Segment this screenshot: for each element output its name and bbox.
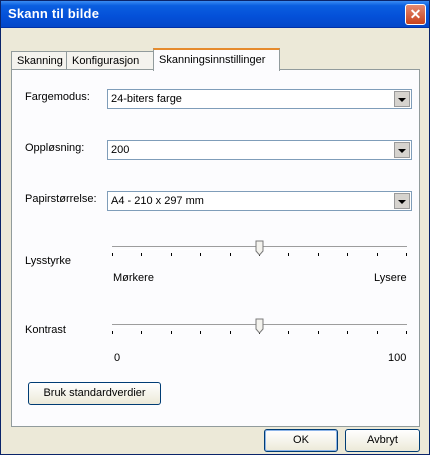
tab-configuration[interactable]: Konfigurasjon xyxy=(66,51,154,69)
chevron-down-icon[interactable] xyxy=(394,193,410,209)
tab-scan-settings[interactable]: Skanningsinnstillinger xyxy=(153,48,280,71)
contrast-tick xyxy=(141,331,142,334)
brightness-tick xyxy=(141,253,142,256)
color-mode-select[interactable]: 24-biters farge xyxy=(107,89,412,109)
resolution-label: Oppløsning: xyxy=(25,142,85,154)
brightness-max-label: Lysere xyxy=(374,272,407,284)
contrast-tick xyxy=(171,331,172,334)
contrast-slider[interactable] xyxy=(112,318,407,340)
contrast-tick xyxy=(112,331,113,334)
brightness-tick xyxy=(288,253,289,256)
scan-settings-panel: Fargemodus: 24-biters farge Oppløsning: … xyxy=(11,69,420,427)
resolution-select[interactable]: 200 xyxy=(107,140,412,160)
title-bar: Skann til bilde ✕ xyxy=(1,1,429,28)
cancel-button[interactable]: Avbryt xyxy=(345,429,420,452)
contrast-tick xyxy=(347,331,348,334)
brightness-tick xyxy=(318,253,319,256)
chevron-down-icon[interactable] xyxy=(394,91,410,107)
contrast-thumb[interactable] xyxy=(255,318,264,334)
contrast-tick xyxy=(230,331,231,334)
tab-scanning[interactable]: Skanning xyxy=(11,51,67,69)
chevron-down-icon[interactable] xyxy=(394,142,410,158)
brightness-slider[interactable] xyxy=(112,240,407,262)
contrast-label: Kontrast xyxy=(25,324,66,336)
contrast-tick xyxy=(318,331,319,334)
brightness-label: Lysstyrke xyxy=(25,255,72,267)
brightness-tick xyxy=(171,253,172,256)
brightness-thumb[interactable] xyxy=(255,240,264,256)
contrast-tick xyxy=(200,331,201,334)
color-mode-label: Fargemodus: xyxy=(25,91,90,103)
contrast-tick xyxy=(377,331,378,334)
brightness-min-label: Mørkere xyxy=(113,272,154,284)
brightness-tick xyxy=(230,253,231,256)
brightness-tick xyxy=(112,253,113,256)
close-button[interactable]: ✕ xyxy=(405,4,426,25)
window-title: Skann til bilde xyxy=(8,6,100,21)
color-mode-value: 24-biters farge xyxy=(111,93,182,105)
contrast-tick xyxy=(288,331,289,334)
brightness-tick xyxy=(347,253,348,256)
close-icon: ✕ xyxy=(409,6,422,22)
brightness-tick xyxy=(406,253,407,256)
restore-defaults-button[interactable]: Bruk standardverdier xyxy=(28,382,161,405)
brightness-tick xyxy=(200,253,201,256)
paper-size-select[interactable]: A4 - 210 x 297 mm xyxy=(107,191,412,211)
scan-to-image-dialog: Skann til bilde ✕ Skanning Konfigurasjon… xyxy=(0,0,430,455)
ok-button[interactable]: OK xyxy=(264,429,338,452)
contrast-max-label: 100 xyxy=(388,352,407,364)
resolution-value: 200 xyxy=(111,144,130,156)
contrast-min-label: 0 xyxy=(114,352,121,364)
contrast-tick xyxy=(406,331,407,334)
paper-size-label: Papirstørrelse: xyxy=(25,193,97,205)
paper-size-value: A4 - 210 x 297 mm xyxy=(111,195,204,207)
brightness-tick xyxy=(377,253,378,256)
